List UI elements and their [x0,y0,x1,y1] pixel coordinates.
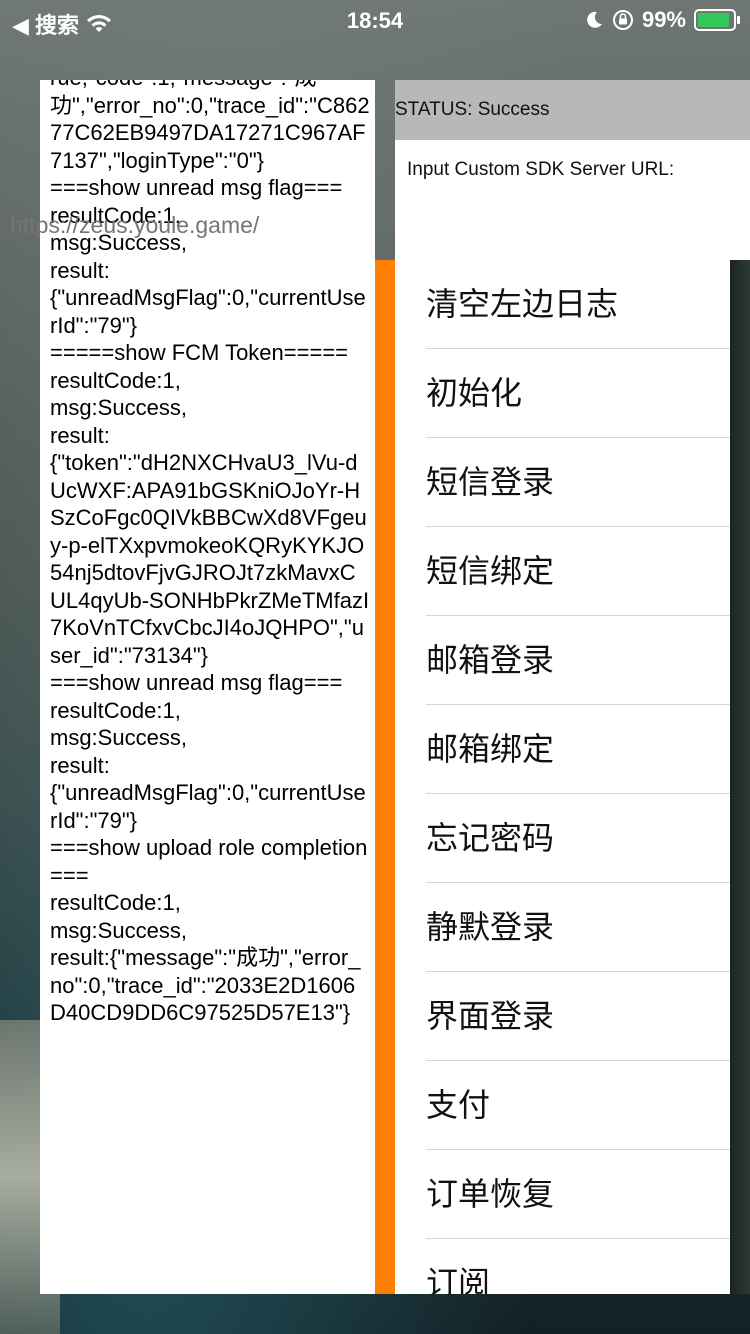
menu-item-sms-bind[interactable]: 短信绑定 [426,527,730,616]
server-url-box: Input Custom SDK Server URL: [395,140,750,260]
server-url-input[interactable] [10,205,340,245]
menu-item-silent-login[interactable]: 静默登录 [426,883,730,972]
battery-percent: 99% [641,7,686,32]
menu-item-restore-order[interactable]: 订单恢复 [426,1150,730,1239]
battery-icon [694,9,740,31]
menu-item-email-login[interactable]: 邮箱登录 [426,616,730,705]
menu-item-email-bind[interactable]: 邮箱绑定 [426,705,730,794]
menu-item-init[interactable]: 初始化 [426,349,730,438]
rotation-lock-icon [612,10,633,30]
panel-divider [375,260,395,1294]
status-label: STATUS: Success [395,99,550,120]
action-menu[interactable]: 清空左边日志 初始化 短信登录 短信绑定 邮箱登录 邮箱绑定 忘记密码 静默登录… [395,260,730,1294]
moon-icon [587,11,602,28]
menu-item-ui-login[interactable]: 界面登录 [426,972,730,1061]
server-url-label: Input Custom SDK Server URL: [407,159,675,180]
menu-item-sms-login[interactable]: 短信登录 [426,438,730,527]
right-edge-strip [730,260,750,1294]
ios-status-bar: ◀ 搜索 18:54 99% [0,0,750,40]
menu-item-subscribe[interactable]: 订阅 [426,1239,730,1294]
status-label-box: STATUS: Success [395,80,750,140]
menu-item-clear-log[interactable]: 清空左边日志 [426,260,730,349]
log-panel[interactable]: rue,"code":1,"message":"成功","error_no":0… [40,80,375,1294]
menu-item-pay[interactable]: 支付 [426,1061,730,1150]
menu-item-forgot-password[interactable]: 忘记密码 [426,794,730,883]
